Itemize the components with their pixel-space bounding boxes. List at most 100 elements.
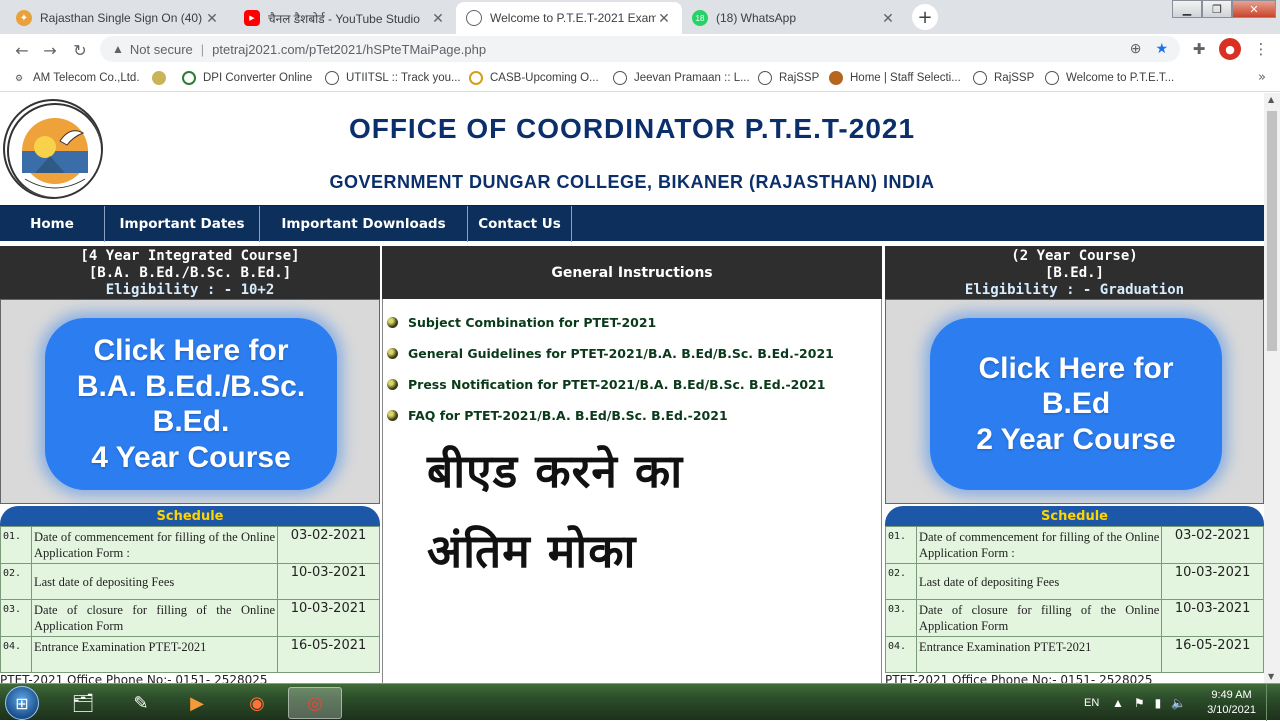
system-clock[interactable]: 9:49 AM 3/10/2021 (1207, 688, 1256, 718)
bookmark-label: CASB-Upcoming O... (490, 72, 599, 84)
new-tab-button[interactable]: + (912, 4, 938, 30)
bookmark-item[interactable]: Welcome to P.T.E.T... (1045, 70, 1174, 86)
nav-important-downloads[interactable]: Important Downloads (260, 206, 468, 242)
back-button[interactable]: ← (10, 38, 34, 62)
zoom-icon[interactable]: ⊕ (1130, 40, 1142, 57)
instructions-list: Subject Combination for PTET-2021 Genera… (387, 307, 834, 431)
instruction-label[interactable]: Subject Combination for PTET-2021 (408, 315, 656, 330)
reload-button[interactable]: ↻ (68, 38, 92, 62)
tab-youtube-studio[interactable]: ▶ चैनल डैशबोर्ड - YouTube Studio ✕ (234, 2, 456, 34)
page-scrollbar[interactable]: ▲ ▼ (1264, 93, 1280, 683)
maximize-button[interactable]: ❐ (1202, 0, 1232, 18)
gear-favicon-icon: ⚙ (14, 72, 24, 83)
row-date: 10-03-2021 (277, 563, 380, 600)
bookmarks-bar: ⚙ AM Telecom Co.,Ltd. DPI Converter Onlin… (0, 64, 1280, 92)
scroll-up-icon[interactable]: ▲ (1268, 95, 1274, 104)
extensions-puzzle-icon[interactable]: ✚ (1188, 38, 1210, 60)
close-tab-icon[interactable]: ✕ (430, 10, 446, 27)
tab-whatsapp[interactable]: 18 (18) WhatsApp ✕ (682, 2, 906, 34)
instruction-link[interactable]: FAQ for PTET-2021/B.A. B.Ed/B.Sc. B.Ed.-… (387, 400, 834, 431)
action-center-flag-icon[interactable]: ⚑ (1134, 696, 1145, 710)
eligibility-label: Eligibility : - Graduation (964, 282, 1185, 298)
globe-favicon-icon (1045, 71, 1059, 85)
instruction-link[interactable]: General Guidelines for PTET-2021/B.A. B.… (387, 338, 834, 369)
close-tab-icon[interactable]: ✕ (656, 10, 672, 27)
tab-ptet-active[interactable]: Welcome to P.T.E.T-2021 Examinat ✕ (456, 2, 682, 34)
bookmark-item[interactable]: RajSSP (758, 70, 819, 86)
row-number: 03. (885, 599, 917, 637)
instruction-link[interactable]: Press Notification for PTET-2021/B.A. B.… (387, 369, 834, 400)
nav-important-dates[interactable]: Important Dates (105, 206, 260, 242)
row-number: 01. (0, 526, 32, 564)
row-number: 02. (0, 563, 32, 600)
button-text-line: Click Here for (978, 351, 1174, 385)
taskbar-app-firefox[interactable]: ◉ (230, 687, 284, 719)
globe-favicon-icon (182, 71, 196, 85)
table-row: 01. Date of commencement for filling of t… (0, 526, 380, 564)
course-name-label: [B.Ed.] (1044, 265, 1104, 281)
nav-contact-us[interactable]: Contact Us (468, 206, 572, 242)
row-date: 16-05-2021 (277, 636, 380, 673)
profile-avatar[interactable]: ● (1219, 38, 1241, 60)
globe-favicon-icon (613, 71, 627, 85)
taskbar-app-chrome[interactable]: ◎ (288, 687, 342, 719)
taskbar-app-scanner[interactable]: ✎ (114, 687, 168, 719)
four-year-course-button[interactable]: Click Here for B.A. B.Ed./B.Sc. B.Ed. 4 … (45, 318, 337, 490)
hindi-overlay-line1: बीएड करने का (427, 444, 684, 498)
warning-icon[interactable]: ▲ (112, 42, 124, 56)
eligibility-label: Eligibility : - 10+2 (105, 282, 275, 298)
page-title: OFFICE OF COORDINATOR P.T.E.T-2021 (348, 113, 916, 144)
chrome-menu-icon[interactable]: ⋮ (1250, 38, 1272, 60)
tab-title: Welcome to P.T.E.T-2021 Examinat (490, 11, 656, 25)
bookmark-label: AM Telecom Co.,Ltd. (33, 72, 140, 84)
language-indicator[interactable]: EN (1084, 684, 1099, 721)
taskbar-app-media[interactable]: ▶ (170, 687, 224, 719)
bullet-icon (387, 348, 398, 359)
security-label[interactable]: Not secure (130, 42, 193, 57)
tab-rajasthan-sso[interactable]: ✦ Rajasthan Single Sign On (40) ✕ (6, 2, 230, 34)
instruction-link[interactable]: Subject Combination for PTET-2021 (387, 307, 834, 338)
row-number: 01. (885, 526, 917, 564)
button-text-line: Click Here for (93, 334, 289, 367)
scroll-down-icon[interactable]: ▼ (1268, 672, 1274, 681)
close-tab-icon[interactable]: ✕ (880, 10, 896, 27)
minimize-button[interactable]: ▁ (1172, 0, 1202, 18)
bookmark-item[interactable]: Home | Staff Selecti... (829, 70, 961, 86)
start-button[interactable]: ⊞ (5, 686, 39, 720)
instruction-label[interactable]: Press Notification for PTET-2021/B.A. B.… (408, 377, 825, 392)
bullet-icon (387, 410, 398, 421)
address-bar[interactable]: ▲ Not secure | ptetraj2021.com/pTet2021/… (100, 36, 1180, 62)
bookmark-item[interactable]: DPI Converter Online (182, 70, 312, 86)
close-tab-icon[interactable]: ✕ (204, 10, 220, 27)
omnibox-separator: | (200, 41, 205, 57)
two-year-course-button[interactable]: Click Here for B.Ed 2 Year Course (930, 318, 1222, 490)
bookmark-item[interactable] (152, 70, 173, 86)
url-text[interactable]: ptetraj2021.com/pTet2021/hSPteTMaiPage.p… (212, 42, 486, 57)
bookmark-item[interactable]: ⚙ AM Telecom Co.,Ltd. (12, 70, 140, 86)
bookmark-item[interactable]: CASB-Upcoming O... (469, 70, 599, 86)
bookmark-item[interactable]: RajSSP (973, 70, 1034, 86)
instruction-label[interactable]: General Guidelines for PTET-2021/B.A. B.… (408, 346, 834, 361)
bookmark-star-icon[interactable]: ★ (1155, 40, 1168, 57)
window-close-button[interactable]: ✕ (1232, 0, 1276, 18)
windows-taskbar: ⊞ 🗂 ✎ ▶ ◉ ◎ EN ▲ ⚑ ▮ 🔈 9:49 AM 3/10/2021 (0, 683, 1280, 721)
scanner-icon: ✎ (133, 692, 149, 714)
show-desktop-button[interactable] (1266, 684, 1280, 721)
bookmark-item[interactable]: Jeevan Pramaan :: L... (613, 70, 750, 86)
forward-button[interactable]: → (38, 38, 62, 62)
web-page: OFFICE OF COORDINATOR P.T.E.T-2021 GOVER… (0, 93, 1264, 683)
volume-icon[interactable]: 🔈 (1171, 696, 1186, 710)
taskbar-app-explorer[interactable]: 🗂 (56, 687, 110, 719)
instruction-label[interactable]: FAQ for PTET-2021/B.A. B.Ed/B.Sc. B.Ed.-… (408, 408, 728, 423)
general-instructions-header: General Instructions (382, 246, 882, 299)
nav-home[interactable]: Home (0, 206, 105, 242)
network-icon[interactable]: ▮ (1155, 696, 1162, 710)
scrollbar-thumb[interactable] (1267, 111, 1277, 351)
bookmark-item[interactable]: UTIITSL :: Track you... (325, 70, 461, 86)
row-description: Last date of depositing Fees (915, 563, 1163, 600)
show-hidden-icons-icon[interactable]: ▲ (1112, 696, 1124, 710)
office-phone-line: PTET-2021 Office Phone No:- 0151- 252802… (0, 673, 268, 683)
row-number: 04. (885, 636, 917, 673)
ssc-favicon-icon (829, 71, 843, 85)
more-bookmarks-icon[interactable]: » (1258, 70, 1266, 85)
